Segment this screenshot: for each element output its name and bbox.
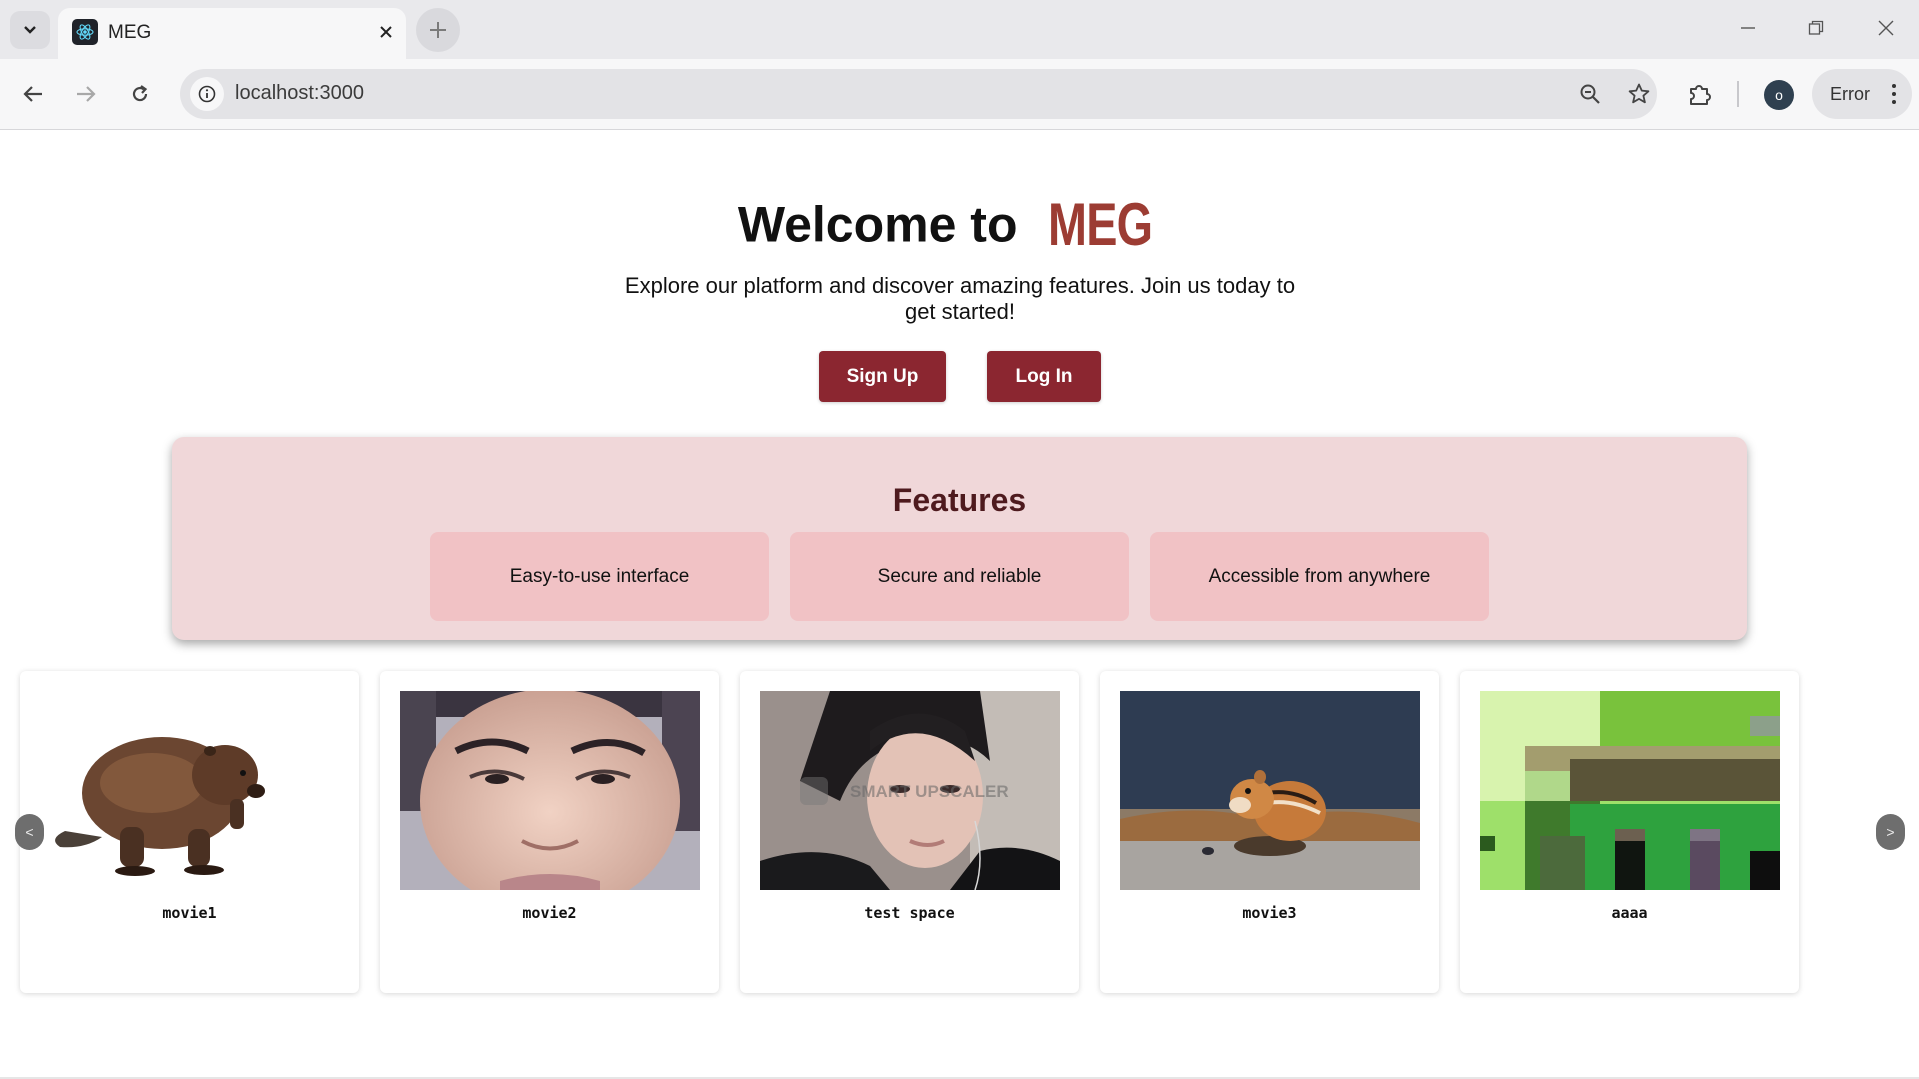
forward-button[interactable]	[66, 74, 106, 114]
movie-thumbnail	[400, 691, 700, 890]
profile-avatar[interactable]: o	[1764, 80, 1794, 110]
close-window-button[interactable]	[1866, 8, 1906, 48]
watermark-text: SMART UPSCALER	[850, 782, 1009, 801]
browser-toolbar: localhost:3000 o Error	[0, 59, 1919, 130]
hero-subtitle: Explore our platform and discover amazin…	[624, 273, 1296, 324]
react-favicon-icon	[72, 19, 98, 45]
chipmunk-image	[1120, 691, 1420, 890]
reload-button[interactable]	[120, 74, 160, 114]
bookmark-star-icon[interactable]	[1623, 78, 1655, 110]
feature-card: Secure and reliable	[790, 532, 1129, 621]
features-section: Features Easy-to-use interface Secure an…	[172, 437, 1747, 640]
toolbar-divider	[1737, 81, 1739, 107]
back-button[interactable]	[13, 74, 53, 114]
new-tab-button[interactable]	[416, 8, 460, 52]
features-title: Features	[892, 482, 1027, 518]
restore-button[interactable]	[1796, 8, 1836, 48]
movie-thumbnail: SMART UPSCALER	[760, 691, 1060, 890]
active-tab[interactable]: MEG	[58, 8, 406, 59]
face-closeup-image	[400, 691, 700, 890]
movie-title: movie2	[522, 904, 577, 922]
reload-icon	[132, 85, 148, 102]
brand-logo-text: MEG	[1047, 191, 1153, 258]
carousel-prev-button[interactable]: <	[15, 814, 44, 850]
movie-thumbnail	[1480, 691, 1780, 890]
movie-thumbnail	[40, 691, 340, 890]
carousel-next-button[interactable]: >	[1876, 814, 1905, 850]
hero-title: Welcome to MEG	[0, 190, 1919, 259]
movie-title: aaaa	[1611, 904, 1648, 922]
movie-title: movie1	[162, 904, 217, 922]
restore-icon	[1808, 20, 1824, 35]
movie-thumbnail	[1120, 691, 1420, 890]
minimize-icon	[1741, 27, 1755, 29]
more-menu-icon[interactable]	[1886, 79, 1902, 109]
tab-close-icon[interactable]	[372, 18, 400, 46]
minimize-button[interactable]	[1728, 8, 1768, 48]
close-icon	[1878, 20, 1894, 36]
movie-card[interactable]: SMART UPSCALER test space	[740, 671, 1079, 993]
chevron-down-icon	[24, 26, 36, 34]
error-label: Error	[1830, 84, 1870, 104]
browser-error-button[interactable]: Error	[1812, 69, 1912, 119]
movie-title: test space	[864, 904, 955, 922]
login-button[interactable]: Log In	[987, 351, 1101, 402]
arrow-right-icon	[77, 86, 96, 102]
extensions-puzzle-icon[interactable]	[1682, 76, 1718, 112]
plus-icon	[430, 22, 446, 38]
zoom-icon[interactable]	[1574, 78, 1606, 110]
arrow-left-icon	[23, 86, 42, 102]
portrait-image: SMART UPSCALER	[760, 691, 1060, 890]
beaver-image	[40, 691, 340, 890]
welcome-text: Welcome to	[737, 196, 1018, 253]
movie-card[interactable]: movie1	[20, 671, 359, 993]
movie-carousel: movie1 movie2 SMART UPSCALER test space …	[0, 656, 1919, 1006]
url-text: localhost:3000	[235, 82, 364, 104]
pixel-art-image	[1480, 691, 1780, 890]
feature-card: Accessible from anywhere	[1150, 532, 1489, 621]
tab-search-button[interactable]	[10, 11, 50, 49]
movie-card[interactable]: movie3	[1100, 671, 1439, 993]
movie-card[interactable]: aaaa	[1460, 671, 1799, 993]
browser-tab-bar: MEG	[0, 0, 1919, 59]
site-info-icon[interactable]	[190, 77, 224, 111]
movie-title: movie3	[1242, 904, 1297, 922]
address-bar[interactable]: localhost:3000	[180, 69, 1657, 119]
movie-card[interactable]: movie2	[380, 671, 719, 993]
tab-title: MEG	[108, 22, 152, 43]
signup-button[interactable]: Sign Up	[819, 351, 946, 402]
feature-card: Easy-to-use interface	[430, 532, 769, 621]
